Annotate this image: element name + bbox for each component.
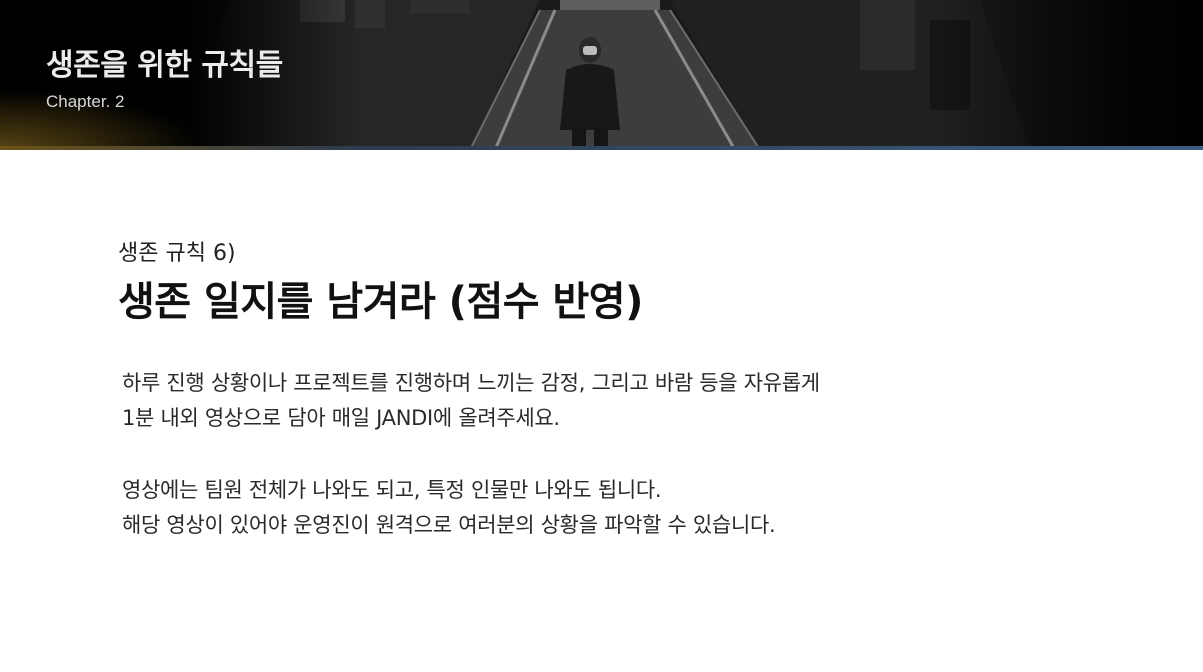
rule-heading: 생존 일지를 남겨라 (점수 반영) [118,279,643,325]
rule-label: 생존 규칙 6) [118,241,236,266]
banner-accent-line [0,146,1203,150]
slide: 생존을 위한 규칙들 Chapter. 2 생존 규칙 6) 생존 일지를 남겨… [0,0,1203,672]
paragraph-2-line-2: 해당 영상이 있어야 운영진이 원격으로 여러분의 상황을 파악할 수 있습니다… [122,513,776,537]
paragraph-2-line-1: 영상에는 팀원 전체가 나와도 되고, 특정 인물만 나와도 됩니다. [122,478,662,502]
body-paragraph-1: 하루 진행 상황이나 프로젝트를 진행하며 느끼는 감정, 그리고 바람 등을 … [122,366,820,436]
header-subtitle: Chapter. 2 [46,92,125,111]
paragraph-1-line-2: 1분 내외 영상으로 담아 매일 JANDI에 올려주세요. [122,406,560,430]
body-paragraph-2: 영상에는 팀원 전체가 나와도 되고, 특정 인물만 나와도 됩니다. 해당 영… [122,473,776,543]
header-title: 생존을 위한 규칙들 [46,48,283,83]
header-banner: 생존을 위한 규칙들 Chapter. 2 [0,0,1203,150]
paragraph-1-line-1: 하루 진행 상황이나 프로젝트를 진행하며 느끼는 감정, 그리고 바람 등을 … [122,371,820,395]
